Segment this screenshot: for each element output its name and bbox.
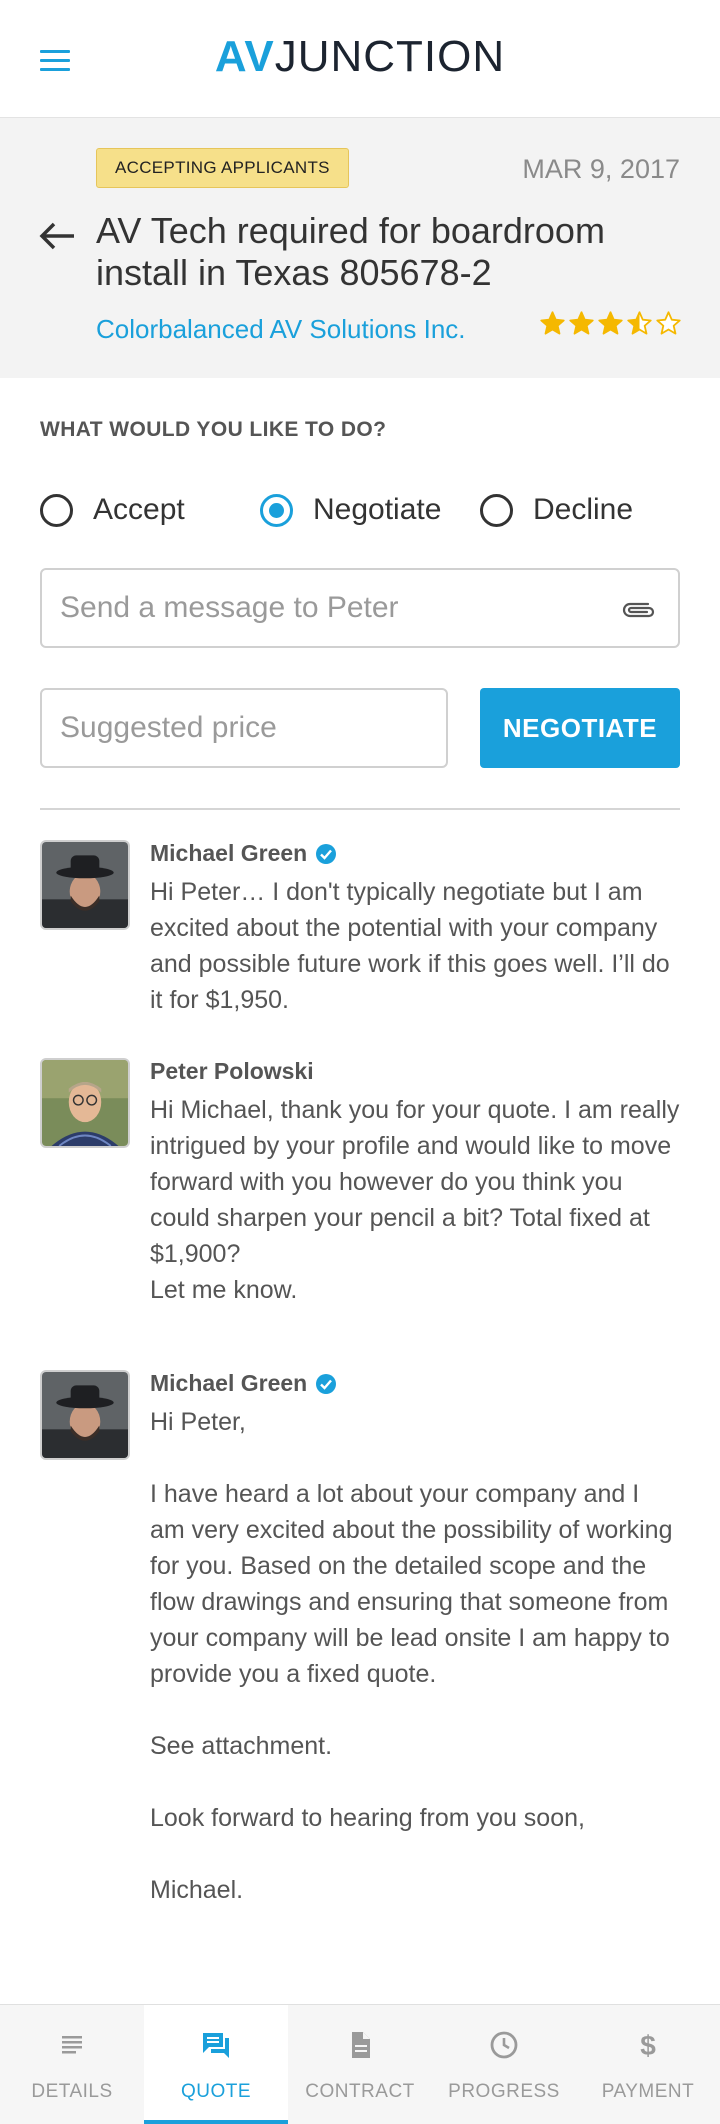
details-list-icon (62, 2036, 82, 2054)
document-icon (352, 2032, 370, 2058)
star-full-icon (569, 311, 594, 335)
message-text: Hi Michael, thank you for your quote. I … (150, 1096, 680, 1304)
action-prompt: WHAT WOULD YOU LIKE TO DO? (40, 418, 387, 441)
job-date: MAR 9, 2017 (522, 154, 680, 184)
price-field[interactable] (40, 688, 448, 768)
star-half-icon (627, 311, 652, 335)
verified-check-icon (316, 843, 337, 864)
avatar-michael-green (42, 842, 128, 928)
chat-bubble-icon (203, 2033, 229, 2058)
avatar (40, 840, 130, 930)
nav-label: PROGRESS (448, 2081, 560, 2102)
logo-av: AV (214, 32, 275, 81)
back-arrow-icon[interactable] (38, 216, 78, 256)
action-radio-group: Accept Negotiate Decline (40, 490, 680, 530)
suggested-price-input[interactable] (60, 704, 430, 752)
clock-icon (490, 2031, 518, 2059)
top-app-bar: AVJUNCTION (0, 0, 720, 118)
message-input[interactable] (60, 584, 600, 632)
nav-label: DETAILS (31, 2081, 113, 2102)
nav-label: CONTRACT (305, 2081, 415, 2102)
nav-progress[interactable]: PROGRESS (432, 2005, 576, 2124)
radio-circle[interactable] (260, 493, 293, 527)
job-title: AV Tech required for boardroom install i… (96, 210, 605, 293)
dollar-icon: $ (640, 2030, 656, 2061)
paperclip-icon[interactable] (618, 596, 658, 624)
avatar-michael-green (42, 1372, 128, 1458)
message-item: Michael Green Hi Peter… I don't typicall… (40, 840, 680, 1020)
message-text: Hi Peter… I don't typically negotiate bu… (150, 878, 670, 1014)
logo-junction: JUNCTION (274, 32, 506, 81)
negotiate-button[interactable]: NEGOTIATE (480, 688, 680, 768)
message-item: Michael Green Hi Peter, I have heard a l… (40, 1370, 680, 1970)
radio-circle[interactable] (480, 493, 513, 527)
message-item: Peter Polowski Hi Michael, thank you for… (40, 1058, 680, 1318)
nav-quote[interactable]: QUOTE (144, 2005, 288, 2124)
sender-label: Michael Green (150, 1370, 308, 1396)
message-text: Hi Peter, I have heard a lot about your … (150, 1408, 673, 1904)
divider (40, 808, 680, 810)
sender-name: Michael Green (150, 1370, 337, 1397)
nav-details[interactable]: DETAILS (0, 2005, 144, 2124)
verified-check-icon (316, 1373, 337, 1394)
nav-label: QUOTE (180, 2081, 252, 2102)
sender-name: Michael Green (150, 840, 337, 867)
radio-decline[interactable]: Decline (480, 490, 633, 530)
status-badge: ACCEPTING APPLICANTS (96, 148, 349, 188)
avatar (40, 1370, 130, 1460)
radio-label-accept: Accept (93, 493, 185, 526)
radio-label-negotiate: Negotiate (313, 493, 442, 526)
avatar (40, 1058, 130, 1148)
star-full-icon (598, 311, 623, 335)
star-full-icon (540, 311, 565, 335)
radio-negotiate[interactable]: Negotiate (260, 490, 441, 530)
star-empty-icon (656, 311, 681, 335)
nav-payment[interactable]: $ PAYMENT (576, 2005, 720, 2124)
avatar-peter-polowski (42, 1060, 128, 1146)
nav-label: PAYMENT (601, 2081, 695, 2102)
job-header: ACCEPTING APPLICANTS MAR 9, 2017 AV Tech… (0, 118, 720, 378)
app-logo[interactable]: AVJUNCTION (0, 32, 720, 82)
svg-text:$: $ (640, 2030, 656, 2061)
nav-contract[interactable]: CONTRACT (288, 2005, 432, 2124)
sender-label: Michael Green (150, 840, 308, 866)
radio-accept[interactable]: Accept (40, 490, 185, 530)
radio-circle[interactable] (40, 493, 73, 527)
radio-label-decline: Decline (533, 493, 634, 526)
message-field[interactable] (40, 568, 680, 648)
company-link[interactable]: Colorbalanced AV Solutions Inc. (96, 314, 466, 345)
bottom-navigation: DETAILS QUOTE CONTRACT PROGRESS $ PAYMEN… (0, 2004, 720, 2124)
star-rating (537, 310, 682, 337)
sender-name: Peter Polowski (150, 1058, 314, 1085)
sender-label: Peter Polowski (150, 1058, 314, 1084)
